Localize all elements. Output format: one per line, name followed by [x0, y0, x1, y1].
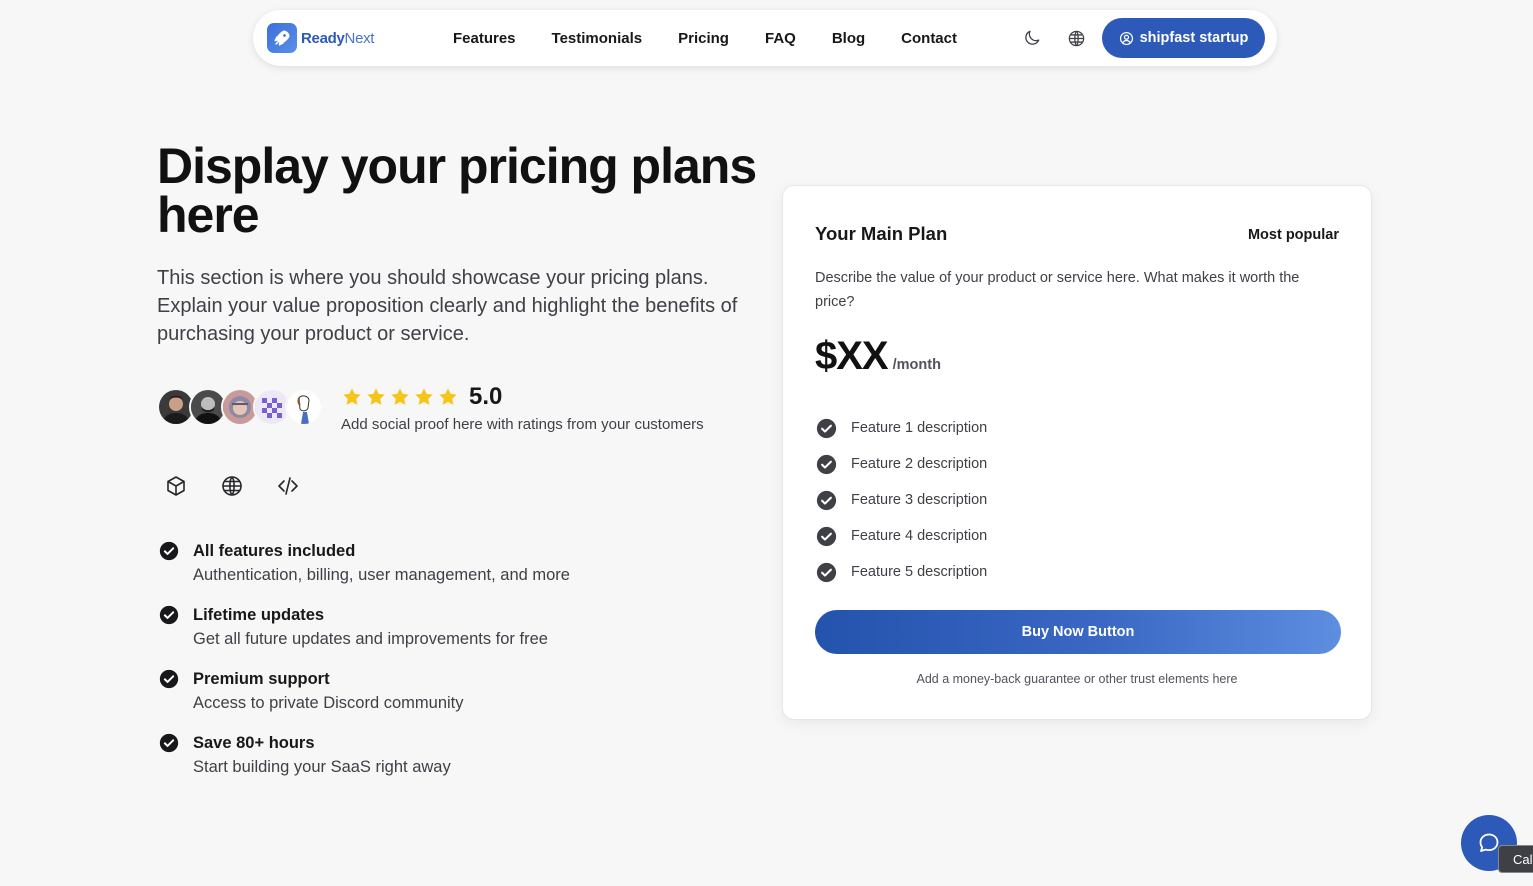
social-proof-text: Add social proof here with ratings from … — [341, 416, 704, 433]
star-icon — [415, 388, 433, 405]
code-icon — [278, 477, 298, 495]
feature-desc: Access to private Discord community — [193, 694, 464, 712]
plan-feature-text: Feature 1 description — [851, 420, 988, 436]
plan-feature-text: Feature 4 description — [851, 528, 988, 544]
check-circle-icon — [816, 526, 837, 546]
check-circle-icon — [159, 605, 179, 625]
page-title: Display your pricing plans here — [157, 138, 757, 243]
check-circle-icon — [816, 454, 837, 474]
most-popular-badge: Most popular — [1247, 227, 1339, 243]
plan-features-list: Feature 1 description Feature 2 descript… — [816, 410, 987, 590]
list-item: Feature 1 description — [816, 410, 987, 446]
check-circle-icon — [816, 418, 837, 438]
plan-name: Your Main Plan — [815, 223, 948, 244]
list-item: Feature 5 description — [816, 554, 987, 590]
top-navbar: ReadyNext Features Testimonials Pricing … — [253, 10, 1277, 66]
nav-link-features[interactable]: Features — [453, 30, 516, 47]
list-item: Save 80+ hours Start building your SaaS … — [159, 732, 739, 796]
check-circle-icon — [159, 541, 179, 561]
user-circle-icon — [1119, 31, 1133, 45]
features-list: All features included Authentication, bi… — [159, 540, 739, 796]
feature-title: All features included — [193, 542, 356, 560]
list-item: Premium support Access to private Discor… — [159, 668, 739, 732]
star-icon — [391, 388, 409, 405]
nav-link-contact[interactable]: Contact — [901, 30, 957, 47]
check-circle-icon — [159, 733, 179, 753]
customer-avatars — [157, 388, 323, 426]
star-icon — [439, 388, 457, 405]
nav-link-blog[interactable]: Blog — [832, 30, 865, 47]
plan-feature-text: Feature 3 description — [851, 492, 988, 508]
price-amount: $XX — [815, 334, 889, 378]
buy-now-button[interactable]: Buy Now Button — [815, 610, 1341, 654]
globe-icon — [222, 476, 242, 496]
feature-desc: Get all future updates and improvements … — [193, 630, 548, 648]
guarantee-text: Add a money-back guarantee or other trus… — [916, 672, 1238, 686]
plan-description: Describe the value of your product or se… — [815, 270, 1300, 310]
cta-label: shipfast startup — [1139, 30, 1249, 46]
feature-title: Lifetime updates — [193, 606, 325, 624]
star-rating: 5.0 — [341, 383, 502, 411]
plan-feature-text: Feature 5 description — [851, 564, 988, 580]
star-icon — [367, 388, 385, 405]
rocket-icon — [267, 23, 297, 53]
list-item: Feature 2 description — [816, 446, 987, 482]
list-item: Lifetime updates Get all future updates … — [159, 604, 739, 668]
hero-description: This section is where you should showcas… — [157, 267, 738, 345]
rating-value: 5.0 — [469, 383, 503, 410]
plan-feature-text: Feature 2 description — [851, 456, 988, 472]
logo-text: ReadyNext — [301, 29, 375, 47]
logo[interactable]: ReadyNext — [267, 23, 374, 53]
pricing-card: Your Main Plan Most popular Describe the… — [782, 185, 1372, 720]
plan-price: $XX /month — [815, 334, 941, 379]
nav-link-testimonials[interactable]: Testimonials — [552, 30, 643, 47]
shipfast-startup-button[interactable]: shipfast startup — [1102, 18, 1265, 58]
check-circle-icon — [816, 490, 837, 510]
list-item: Feature 4 description — [816, 518, 987, 554]
tech-icons — [164, 474, 300, 498]
price-period: /month — [892, 357, 941, 373]
check-circle-icon — [816, 562, 837, 582]
chat-tooltip: Cal — [1498, 845, 1533, 873]
star-icon — [343, 388, 361, 405]
avatar — [285, 388, 323, 426]
moon-icon[interactable] — [1020, 26, 1044, 50]
feature-desc: Authentication, billing, user management… — [193, 566, 570, 584]
box-icon — [167, 476, 185, 496]
check-circle-icon — [159, 669, 179, 689]
feature-desc: Start building your SaaS right away — [193, 758, 451, 776]
feature-title: Save 80+ hours — [193, 734, 315, 752]
list-item: Feature 3 description — [816, 482, 987, 518]
feature-title: Premium support — [193, 670, 330, 688]
nav-link-faq[interactable]: FAQ — [765, 30, 796, 47]
list-item: All features included Authentication, bi… — [159, 540, 739, 604]
globe-icon[interactable] — [1064, 26, 1088, 50]
nav-link-pricing[interactable]: Pricing — [678, 30, 729, 47]
nav-links: Features Testimonials Pricing FAQ Blog C… — [453, 10, 993, 66]
